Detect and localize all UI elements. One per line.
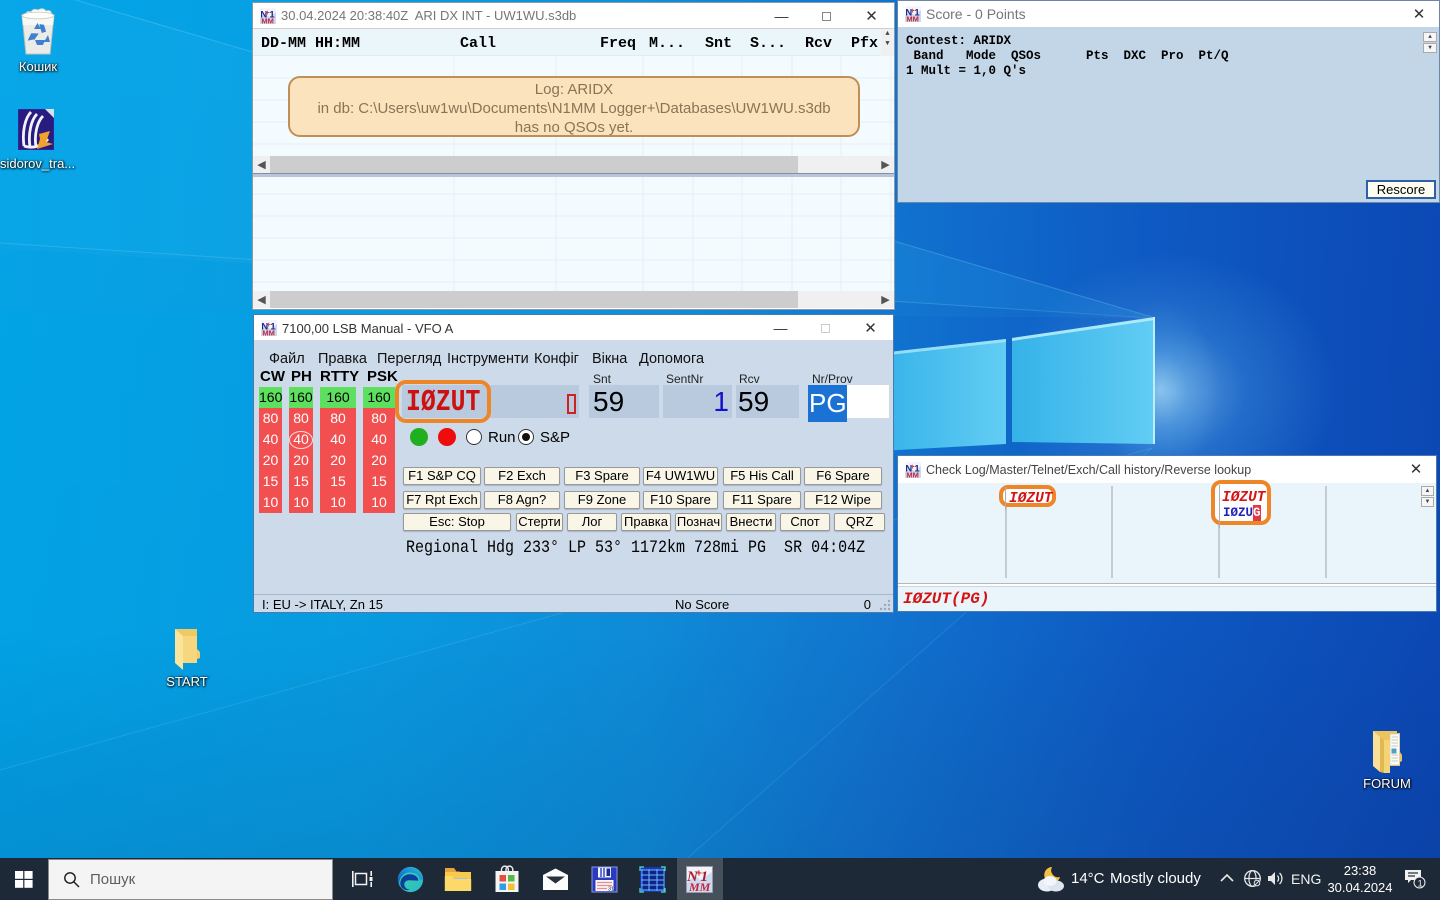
- svg-text:31: 31: [608, 887, 614, 893]
- svg-text:1: 1: [1418, 879, 1423, 889]
- svg-text:MM: MM: [261, 16, 274, 24]
- svg-text:MM: MM: [262, 328, 275, 336]
- svg-text:MM: MM: [688, 880, 711, 893]
- svg-text:MM: MM: [906, 470, 919, 478]
- svg-text:MM: MM: [906, 14, 919, 22]
